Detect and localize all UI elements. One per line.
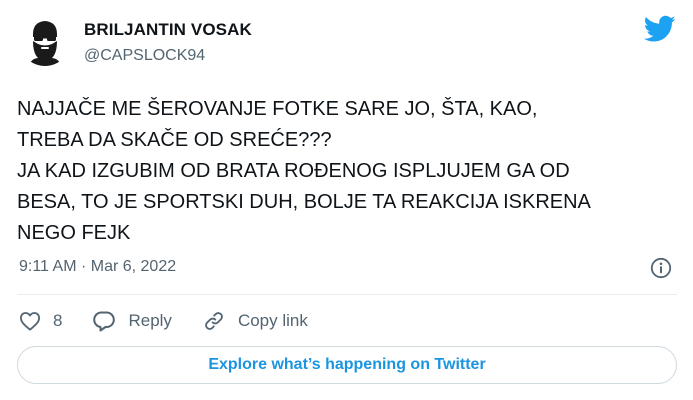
reply-label: Reply <box>128 311 172 330</box>
display-name[interactable]: BRILJANTIN VOSAK <box>84 20 252 40</box>
tweet-timestamp[interactable]: 9:11 AM · Mar 6, 2022 <box>19 258 176 276</box>
explore-twitter-button[interactable]: Explore what’s happening on Twitter <box>17 346 677 384</box>
user-handle[interactable]: @CAPSLOCK94 <box>84 47 205 65</box>
info-icon[interactable] <box>650 257 672 279</box>
twitter-bird-icon[interactable] <box>643 15 676 43</box>
reply-button[interactable]: Reply <box>92 310 172 332</box>
divider <box>17 294 677 295</box>
tweet-actions: 8 Reply Copy link <box>19 308 338 334</box>
tweet-text: NAJJAČE ME ŠEROVANJE FOTKE SARE JO, ŠTA,… <box>17 98 591 244</box>
avatar[interactable] <box>19 14 71 66</box>
bearded-man-avatar-icon <box>19 14 71 66</box>
copy-link-button[interactable]: Copy link <box>202 310 308 332</box>
reply-bubble-icon <box>93 311 116 332</box>
like-button[interactable]: 8 <box>19 311 62 331</box>
like-count: 8 <box>53 311 63 330</box>
link-icon <box>205 312 223 330</box>
embedded-tweet: BRILJANTIN VOSAK @CAPSLOCK94 NAJJAČE ME … <box>0 0 693 400</box>
heart-icon <box>19 312 40 331</box>
copy-link-label: Copy link <box>237 311 308 330</box>
